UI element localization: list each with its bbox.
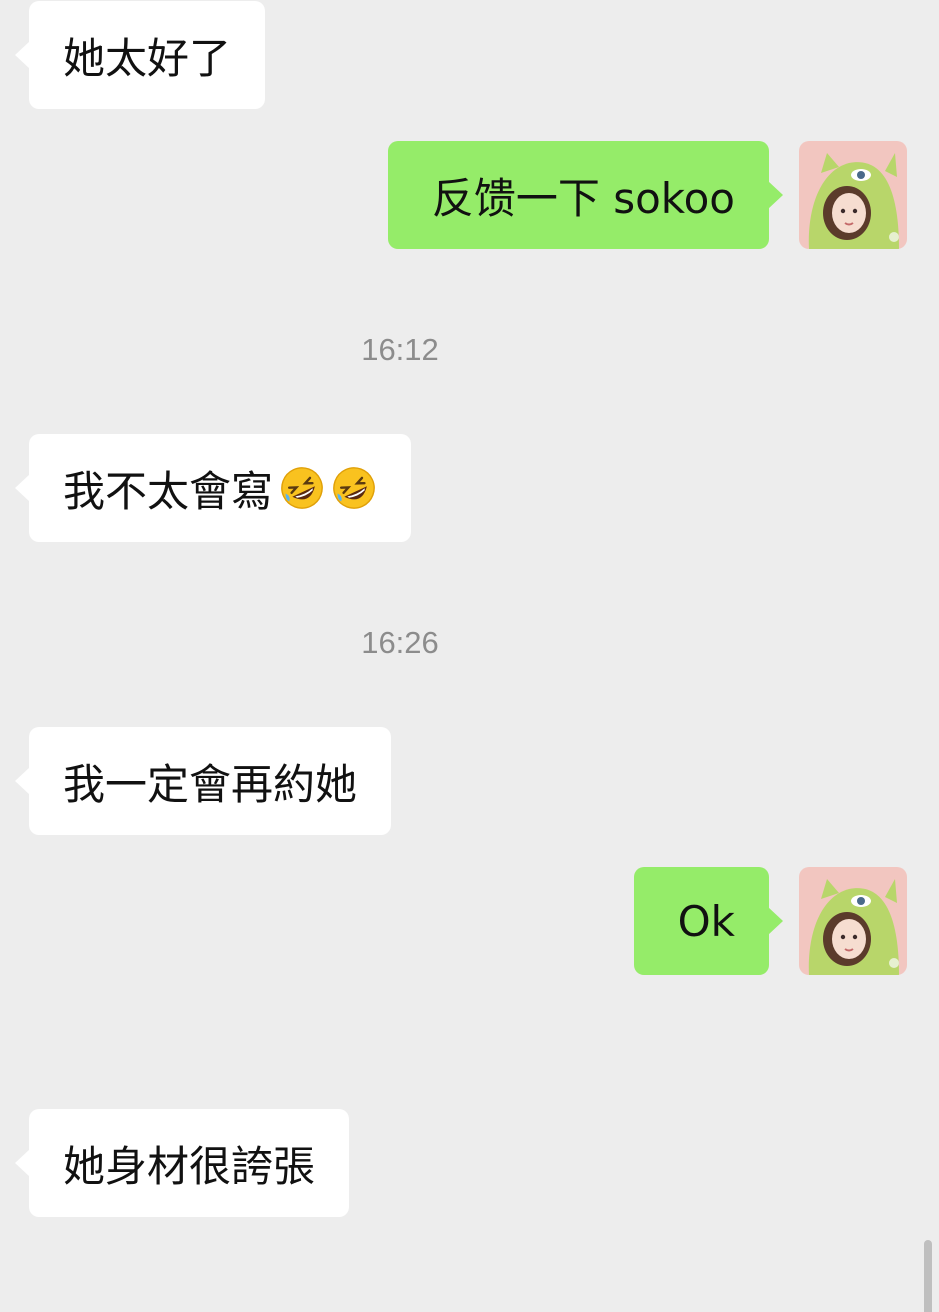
user-avatar[interactable] [799,867,907,975]
avatar-image [799,867,907,975]
avatar-image [799,141,907,249]
outgoing-message-bubble[interactable]: 反馈一下 sokoo [387,141,784,249]
timestamp: 16:26 [361,625,439,660]
rofl-emoji-icon [333,467,375,509]
user-avatar[interactable] [799,141,907,249]
timestamp: 16:12 [361,332,439,367]
chat-window: 她太好了 反馈一下 sokoo 16:12 我不太會寫 16:26 我一定會再約… [0,0,939,1312]
incoming-message-bubble[interactable]: 她太好了 [14,1,266,109]
message-text: Ok [677,896,735,946]
scrollbar[interactable] [924,1240,932,1312]
message-text: 她太好了 [63,33,232,83]
message-text: 我不太會寫 [63,466,274,516]
incoming-message-bubble[interactable]: 我不太會寫 [14,434,412,542]
incoming-message-bubble[interactable]: 我一定會再約她 [14,727,392,835]
incoming-message-bubble[interactable]: 她身材很誇張 [14,1109,350,1217]
message-text: 我一定會再約她 [63,759,358,809]
rofl-emoji-icon [281,467,323,509]
message-text: 她身材很誇張 [63,1141,316,1191]
outgoing-message-bubble[interactable]: Ok [633,867,784,975]
message-text: 反馈一下 sokoo [431,173,735,223]
